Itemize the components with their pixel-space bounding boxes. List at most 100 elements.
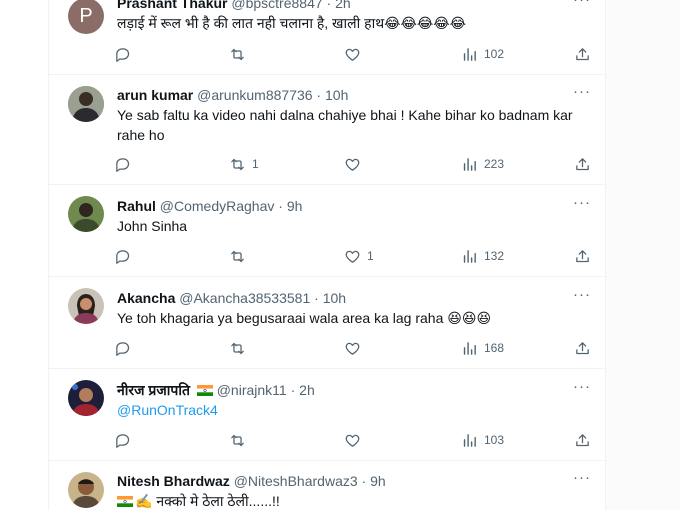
avatar[interactable]	[68, 472, 104, 508]
avatar[interactable]	[68, 380, 104, 416]
repost-icon	[231, 250, 244, 262]
reply-item[interactable]: नीरज प्रजापति @nirajnk11 · 2h ··· @RunOn…	[49, 369, 605, 461]
separator: ·	[322, 0, 336, 11]
reply-icon	[116, 249, 130, 264]
repost-button[interactable]	[229, 44, 252, 64]
separator: ·	[274, 198, 287, 214]
display-name[interactable]: Nitesh Bhardwaz	[117, 473, 230, 489]
views-button[interactable]: 102	[461, 44, 504, 64]
timestamp[interactable]: 10h	[323, 290, 346, 306]
handle[interactable]: @bpsctre8847	[231, 0, 322, 11]
share-icon	[576, 433, 589, 446]
repost-button[interactable]	[229, 338, 252, 358]
repost-icon	[231, 158, 244, 170]
view-count: 168	[484, 341, 505, 355]
display-name[interactable]: arun kumar	[117, 87, 193, 103]
avatar[interactable]	[68, 196, 104, 232]
reply-header: Nitesh Bhardwaz @NiteshBhardwaz3 · 9h	[117, 472, 386, 490]
repost-icon	[231, 342, 244, 354]
action-bar: 168	[114, 338, 594, 358]
repost-button[interactable]	[229, 430, 252, 450]
reply-item[interactable]: arun kumar @arunkum887736 · 10h ··· Ye s…	[49, 75, 605, 185]
view-count: 103	[484, 433, 505, 447]
reply-text: John Sinha	[117, 218, 188, 234]
view-count: 102	[484, 47, 505, 61]
share-button[interactable]	[574, 338, 591, 358]
heart-icon	[345, 342, 360, 355]
more-options-button[interactable]: ···	[570, 84, 594, 104]
separator: ·	[312, 87, 325, 103]
share-icon	[576, 249, 589, 262]
views-icon	[463, 249, 476, 263]
display-name[interactable]: Rahul	[117, 198, 156, 214]
repost-button[interactable]: 1	[229, 154, 259, 174]
share-button[interactable]	[574, 44, 591, 64]
display-name[interactable]: नीरज प्रजापति	[117, 382, 190, 398]
share-button[interactable]	[574, 154, 591, 174]
handle[interactable]: @arunkum887736	[197, 87, 312, 103]
more-options-button[interactable]: ···	[570, 195, 594, 215]
separator: ·	[310, 290, 323, 306]
reply-button[interactable]	[114, 44, 137, 64]
reply-button[interactable]	[114, 246, 137, 266]
reply-text-row: ✍️ नक्को मे ठेला ठेली......!!	[117, 491, 587, 511]
more-options-button[interactable]: ···	[570, 287, 594, 307]
reply-text: Ye toh khagaria ya begusaraai wala area …	[117, 310, 492, 326]
reply-header: Prashant Thakur @bpsctre8847 · 2h	[117, 0, 351, 12]
reply-button[interactable]	[114, 154, 137, 174]
like-button[interactable]	[344, 430, 367, 450]
timestamp[interactable]: 9h	[370, 473, 386, 489]
like-button[interactable]: 1	[344, 246, 374, 266]
avatar[interactable]: P	[68, 0, 104, 34]
share-button[interactable]	[574, 246, 591, 266]
display-name[interactable]: Akancha	[117, 290, 175, 306]
heart-icon	[345, 250, 360, 263]
timestamp[interactable]: 2h	[299, 382, 315, 398]
share-icon	[576, 157, 589, 170]
timestamp[interactable]: 9h	[287, 198, 303, 214]
handle[interactable]: @Akancha38533581	[179, 290, 310, 306]
reply-header: नीरज प्रजापति @nirajnk11 · 2h	[117, 381, 315, 399]
avatar-letter: P	[79, 4, 93, 27]
like-button[interactable]	[344, 154, 367, 174]
views-button[interactable]: 132	[461, 246, 504, 266]
reply-text: Ye sab faltu ka video nahi dalna chahiye…	[117, 107, 573, 143]
column-border-right	[605, 0, 606, 510]
views-button[interactable]: 223	[461, 154, 504, 174]
reply-button[interactable]	[114, 338, 137, 358]
display-name[interactable]: Prashant Thakur	[117, 0, 227, 11]
handle[interactable]: @nirajnk11	[217, 382, 287, 398]
handle[interactable]: @ComedyRaghav	[160, 198, 275, 214]
reply-header: Rahul @ComedyRaghav · 9h	[117, 197, 302, 215]
left-gutter	[0, 0, 48, 510]
more-options-button[interactable]: ···	[570, 470, 594, 490]
reply-item[interactable]: Rahul @ComedyRaghav · 9h ··· John Sinha …	[49, 185, 605, 277]
repost-button[interactable]	[229, 246, 252, 266]
reply-button[interactable]	[114, 430, 137, 450]
like-button[interactable]	[344, 338, 367, 358]
reply-item[interactable]: Akancha @Akancha38533581 · 10h ··· Ye to…	[49, 277, 605, 369]
avatar[interactable]	[68, 288, 104, 324]
more-options-button[interactable]: ···	[570, 379, 594, 399]
action-bar: 103	[114, 430, 594, 450]
reply-icon	[116, 341, 130, 356]
india-flag-icon	[196, 385, 213, 396]
more-options-button[interactable]: ···	[570, 0, 594, 12]
share-button[interactable]	[574, 430, 591, 450]
avatar[interactable]	[68, 86, 104, 122]
reply-item[interactable]: Nitesh Bhardwaz @NiteshBhardwaz3 · 9h ··…	[49, 461, 605, 521]
reply-text: लड़ाई में रूल भी है की लात नही चलाना है,…	[117, 15, 466, 31]
like-button[interactable]	[344, 44, 367, 64]
reply-header: Akancha @Akancha38533581 · 10h	[117, 289, 346, 307]
india-flag-icon	[117, 496, 133, 507]
mention-link[interactable]: @RunOnTrack4	[117, 400, 587, 420]
reply-icon	[116, 157, 130, 172]
handle[interactable]: @NiteshBhardwaz3	[234, 473, 358, 489]
repost-icon	[231, 434, 244, 446]
views-button[interactable]: 168	[461, 338, 504, 358]
timestamp[interactable]: 2h	[335, 0, 351, 11]
separator: ·	[286, 382, 300, 398]
views-button[interactable]: 103	[461, 430, 504, 450]
reply-item[interactable]: P Prashant Thakur @bpsctre8847 · 2h ··· …	[49, 0, 605, 75]
timestamp[interactable]: 10h	[325, 87, 348, 103]
